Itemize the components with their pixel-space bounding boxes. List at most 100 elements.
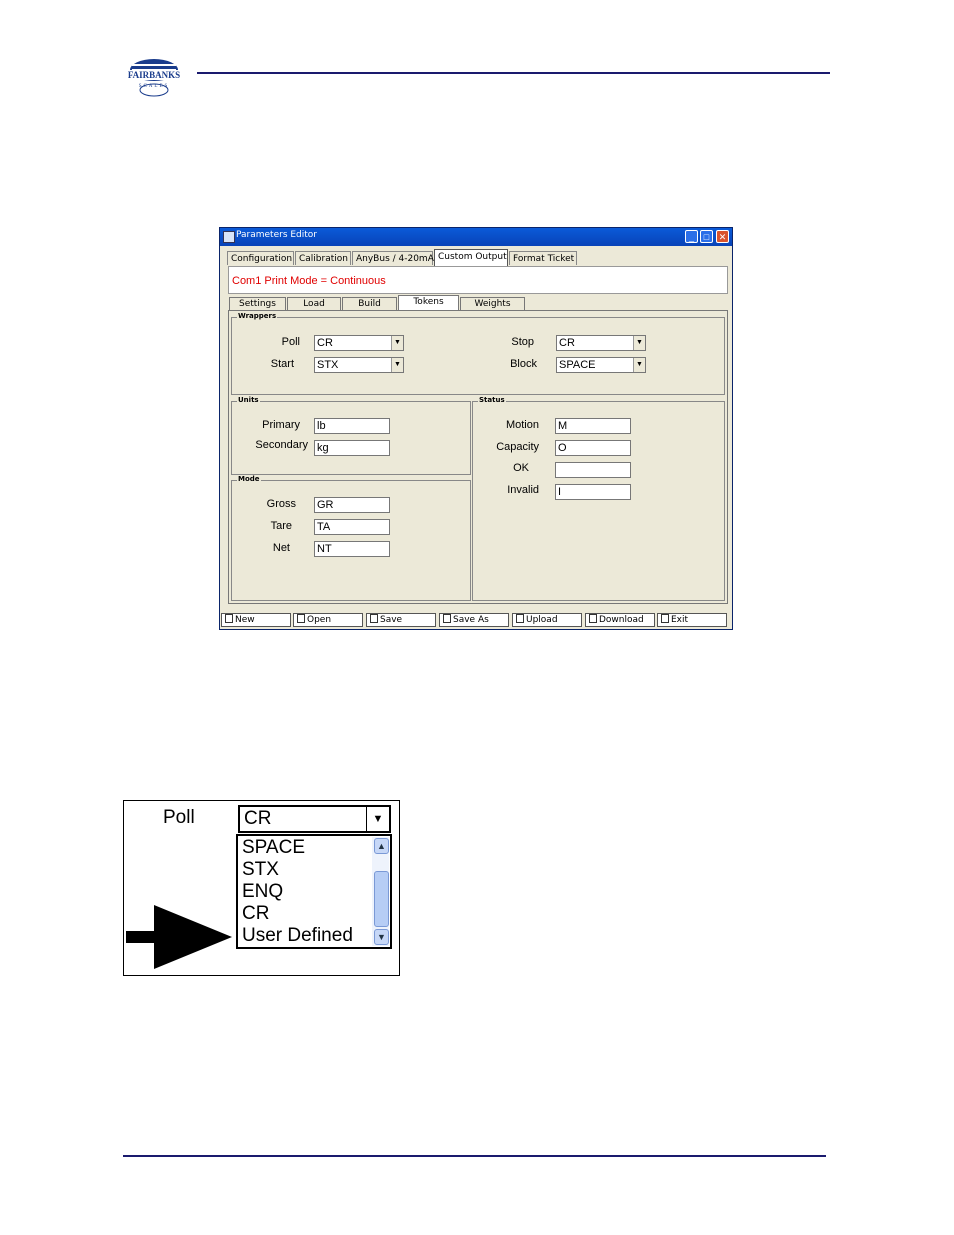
zoom-option-list: SPACE STX ENQ CR User Defined ▲ ▼ xyxy=(236,834,392,949)
new-label: New xyxy=(235,615,255,625)
minimize-button[interactable]: _ xyxy=(685,230,698,243)
tare-label: Tare xyxy=(270,520,292,532)
zoom-poll-label: Poll xyxy=(163,807,195,828)
tab-anybus[interactable]: AnyBus / 4-20mA xyxy=(352,251,434,265)
exit-button[interactable]: Exit xyxy=(657,613,727,627)
capacity-field[interactable]: O xyxy=(555,440,631,456)
upload-label: Upload xyxy=(526,615,558,625)
block-label: Block xyxy=(510,358,537,370)
logo-brand: FAIRBANKS xyxy=(128,70,180,80)
wrappers-group: Wrappers Poll CR ▼ Start STX ▼ Stop CR ▼ Bl… xyxy=(231,312,725,395)
option-enq[interactable]: ENQ xyxy=(242,881,283,903)
block-select[interactable]: SPACE ▼ xyxy=(556,357,646,373)
poll-label: Poll xyxy=(281,336,300,348)
stop-value: CR xyxy=(559,337,575,349)
zoom-poll-select[interactable]: CR ▼ xyxy=(238,805,391,833)
secondary-unit-field[interactable]: kg xyxy=(314,440,390,456)
footer-rule xyxy=(123,1155,826,1157)
motion-label: Motion xyxy=(505,419,539,431)
start-value: STX xyxy=(317,359,339,371)
save-as-icon xyxy=(443,614,451,623)
save-as-button[interactable]: Save As xyxy=(439,613,509,627)
subtab-settings[interactable]: Settings xyxy=(229,297,286,310)
poll-dropdown-zoom: Poll CR ▼ SPACE STX ENQ CR User Defined … xyxy=(123,800,400,976)
tokens-panel: Wrappers Poll CR ▼ Start STX ▼ Stop CR ▼ Bl… xyxy=(228,310,728,604)
net-field[interactable]: NT xyxy=(314,541,390,557)
wrappers-legend: Wrappers xyxy=(237,312,278,320)
parameters-editor-window: Parameters Editor _ □ ✕ Configuration Ca… xyxy=(219,227,733,630)
tab-configuration[interactable]: Configuration xyxy=(227,251,294,265)
tare-field[interactable]: TA xyxy=(314,519,390,535)
mode-group: Mode Gross GR Tare TA Net NT xyxy=(231,475,471,601)
arrow-pointer-icon xyxy=(126,905,232,969)
primary-label: Primary xyxy=(262,419,300,431)
fairbanks-logo: FAIRBANKS SCALES xyxy=(124,56,184,98)
exit-icon xyxy=(661,614,669,623)
poll-value: CR xyxy=(317,337,333,349)
invalid-field[interactable]: I xyxy=(555,484,631,500)
title-bar: Parameters Editor _ □ ✕ xyxy=(220,228,732,246)
download-label: Download xyxy=(599,615,644,625)
tab-custom-output[interactable]: Custom Output xyxy=(434,249,508,266)
capacity-label: Capacity xyxy=(496,441,539,453)
gross-label: Gross xyxy=(266,498,296,510)
primary-unit-field[interactable]: lb xyxy=(314,418,390,434)
window-title: Parameters Editor xyxy=(236,230,318,240)
save-button[interactable]: Save xyxy=(366,613,436,627)
download-icon xyxy=(589,614,597,623)
tab-format-ticket[interactable]: Format Ticket xyxy=(509,251,577,265)
units-group: Units Primary lb Secondary kg xyxy=(231,396,471,475)
gross-field[interactable]: GR xyxy=(314,497,390,513)
motion-field[interactable]: M xyxy=(555,418,631,434)
invalid-label: Invalid xyxy=(507,484,539,496)
block-value: SPACE xyxy=(559,359,596,371)
chevron-down-icon[interactable]: ▼ xyxy=(633,336,645,350)
option-user-defined[interactable]: User Defined xyxy=(242,925,353,947)
open-file-icon xyxy=(297,614,305,623)
stop-select[interactable]: CR ▼ xyxy=(556,335,646,351)
stop-label: Stop xyxy=(511,336,534,348)
close-button[interactable]: ✕ xyxy=(716,230,729,243)
exit-label: Exit xyxy=(671,615,689,625)
chevron-down-icon[interactable]: ▼ xyxy=(391,358,403,372)
net-label: Net xyxy=(272,542,290,554)
option-cr[interactable]: CR xyxy=(242,903,269,925)
header-rule xyxy=(197,72,830,74)
start-select[interactable]: STX ▼ xyxy=(314,357,404,373)
scroll-up-icon[interactable]: ▲ xyxy=(374,838,389,854)
status-legend: Status xyxy=(478,396,506,404)
open-label: Open xyxy=(307,615,332,625)
upload-button[interactable]: Upload xyxy=(512,613,582,627)
chevron-down-icon[interactable]: ▼ xyxy=(366,807,389,831)
subtab-build[interactable]: Build xyxy=(342,297,397,310)
option-stx[interactable]: STX xyxy=(242,859,279,881)
print-mode-panel: Com1 Print Mode = Continuous xyxy=(228,266,728,294)
poll-select[interactable]: CR ▼ xyxy=(314,335,404,351)
subtab-load[interactable]: Load xyxy=(287,297,341,310)
chevron-down-icon[interactable]: ▼ xyxy=(633,358,645,372)
status-group: Status Motion M Capacity O OK Invalid I xyxy=(472,396,725,601)
new-button[interactable]: New xyxy=(221,613,291,627)
maximize-button[interactable]: □ xyxy=(700,230,713,243)
zoom-selected-value: CR xyxy=(244,808,272,829)
option-space[interactable]: SPACE xyxy=(242,837,305,859)
scroll-down-icon[interactable]: ▼ xyxy=(374,929,389,945)
chevron-down-icon[interactable]: ▼ xyxy=(391,336,403,350)
units-legend: Units xyxy=(237,396,260,404)
app-icon xyxy=(223,231,235,243)
download-button[interactable]: Download xyxy=(585,613,655,627)
print-mode-text: Com1 Print Mode = Continuous xyxy=(232,275,386,287)
ok-field[interactable] xyxy=(555,462,631,478)
mode-legend: Mode xyxy=(237,475,261,483)
subtab-weights[interactable]: Weights xyxy=(460,297,525,310)
new-file-icon xyxy=(225,614,233,623)
save-icon xyxy=(370,614,378,623)
subtab-tokens[interactable]: Tokens xyxy=(398,295,459,310)
secondary-label: Secondary xyxy=(255,439,308,451)
save-label: Save xyxy=(380,615,403,625)
tab-calibration[interactable]: Calibration xyxy=(295,251,351,265)
save-as-label: Save As xyxy=(453,615,489,625)
scroll-thumb[interactable] xyxy=(374,871,389,927)
ok-label: OK xyxy=(513,462,529,474)
open-button[interactable]: Open xyxy=(293,613,363,627)
